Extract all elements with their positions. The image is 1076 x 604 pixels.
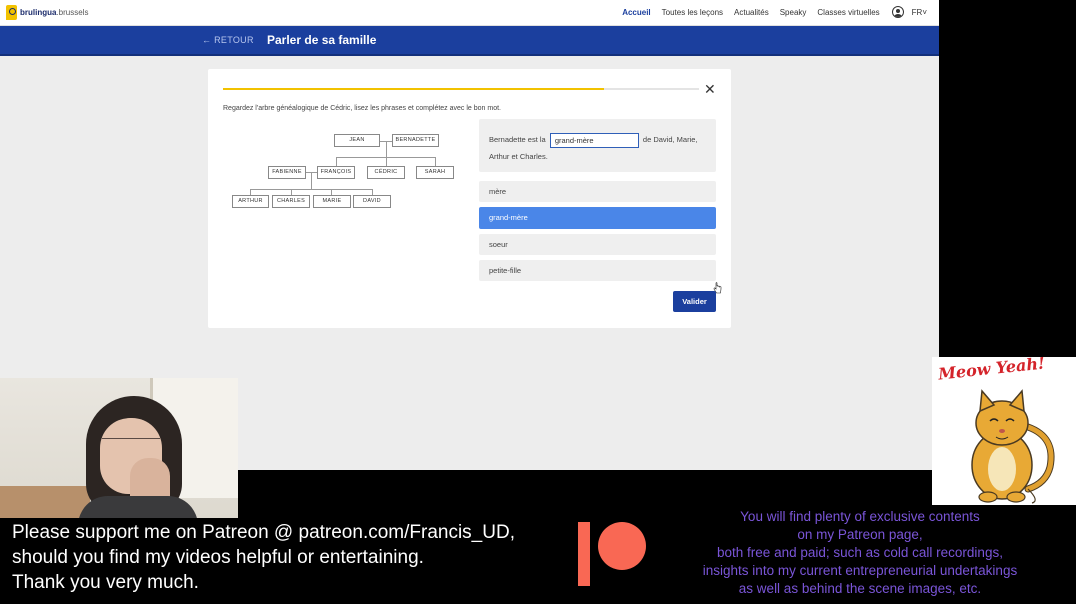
option-soeur[interactable]: soeur — [479, 234, 716, 255]
nav-toutes-les-lecons[interactable]: Toutes les leçons — [662, 8, 723, 17]
nav-classes-virtuelles[interactable]: Classes virtuelles — [817, 8, 879, 17]
nav-actualites[interactable]: Actualités — [734, 8, 769, 17]
tree-node-charles: CHARLES — [272, 195, 310, 208]
answer-field[interactable]: grand-mère — [549, 132, 639, 148]
patreon-support-message: Please support me on Patreon @ patreon.c… — [12, 520, 572, 595]
nav-links: Accueil Toutes les leçons Actualités Spe… — [611, 0, 927, 24]
webcam-feed — [0, 378, 238, 518]
tree-node-bernadette: BERNADETTE — [392, 134, 439, 147]
tree-node-arthur: ARTHUR — [232, 195, 269, 208]
promo-line: both free and paid; such as cold call re… — [717, 545, 1003, 560]
option-grand-mere[interactable]: grand-mère — [479, 207, 716, 229]
exercise-card: ✕ Regardez l'arbre généalogique de Cédri… — [208, 69, 731, 328]
back-button[interactable]: ← RETOUR — [202, 35, 254, 45]
tree-node-jean: JEAN — [334, 134, 380, 147]
lesson-title: Parler de sa famille — [267, 33, 377, 47]
language-selector[interactable]: FR˅ — [912, 8, 927, 17]
nav-speaky[interactable]: Speaky — [780, 8, 807, 17]
support-line: should you find my videos helpful or ent… — [12, 547, 424, 568]
logo-text: brulingua.brussels — [20, 7, 89, 17]
close-icon[interactable]: ✕ — [704, 82, 716, 96]
cat-illustration — [971, 389, 1055, 504]
nav-accueil[interactable]: Accueil — [622, 8, 650, 17]
promo-line: insights into my current entrepreneurial… — [702, 563, 1018, 578]
tree-node-francois: FRANÇOIS — [317, 166, 355, 179]
patreon-logo-icon — [578, 522, 646, 586]
promo-line: You will find plenty of exclusive conten… — [740, 509, 980, 524]
tree-node-marie: MARIE — [313, 195, 351, 208]
validate-button[interactable]: Valider — [673, 291, 716, 312]
support-line: Thank you very much. — [12, 572, 199, 593]
tree-node-cedric: CÉDRIC — [367, 166, 405, 179]
tree-node-david: DAVID — [353, 195, 391, 208]
sentence-before: Bernadette est la — [489, 135, 546, 144]
sentence-prompt: Bernadette est la grand-mère de David, M… — [479, 119, 716, 172]
cat-sticker: Meow Yeah! — [932, 353, 1076, 505]
promo-line: as well as behind the scene images, etc. — [738, 581, 982, 596]
support-line: Please support me on Patreon @ patreon.c… — [12, 522, 515, 543]
site-logo[interactable]: brulingua.brussels — [6, 3, 88, 21]
family-tree: JEAN BERNADETTE FABIENNE FRANÇOIS CÉDRIC… — [208, 69, 468, 328]
patreon-promo-text: You will find plenty of exclusive conten… — [660, 508, 1060, 598]
option-mere[interactable]: mère — [479, 181, 716, 202]
tree-node-fabienne: FABIENNE — [268, 166, 306, 179]
promo-line: on my Patreon page, — [797, 527, 923, 542]
option-petite-fille[interactable]: petite-fille — [479, 260, 716, 281]
tree-node-sarah: SARAH — [416, 166, 454, 179]
top-navigation: brulingua.brussels Accueil Toutes les le… — [0, 0, 939, 26]
user-account-icon[interactable] — [891, 6, 904, 18]
logo-icon — [6, 4, 17, 20]
answer-options: mère grand-mère soeur petite-fille — [479, 181, 716, 286]
lesson-header-bar: ← RETOUR Parler de sa famille — [0, 26, 939, 56]
